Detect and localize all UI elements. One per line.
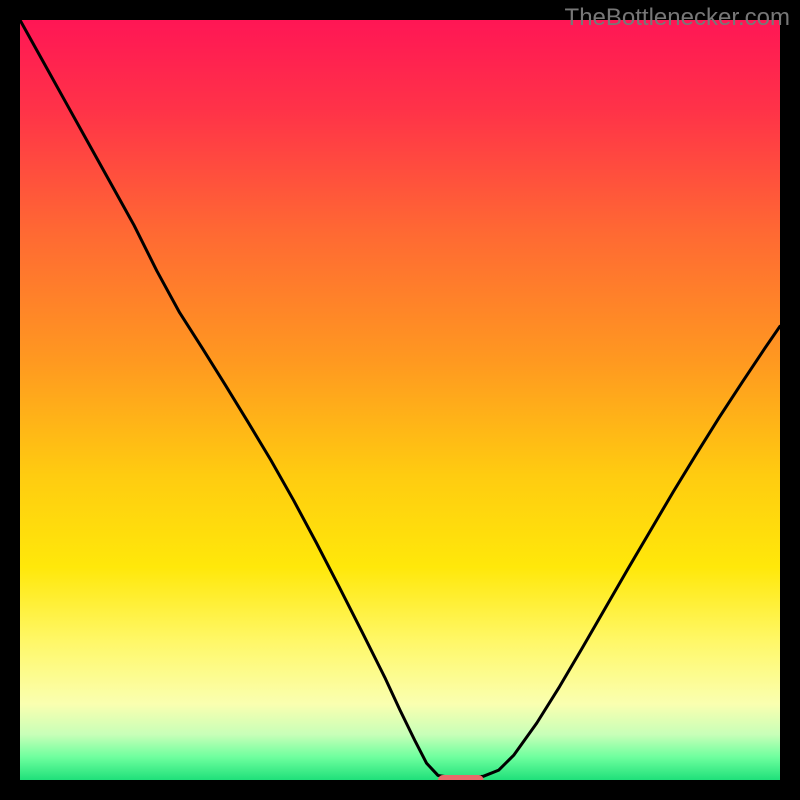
chart-plot-area bbox=[20, 20, 780, 780]
chart-frame: TheBottlenecker.com bbox=[0, 0, 800, 800]
optimal-range-marker bbox=[438, 775, 484, 780]
watermark-link[interactable]: TheBottlenecker.com bbox=[565, 4, 790, 32]
chart-svg bbox=[20, 20, 780, 780]
gradient-background bbox=[20, 20, 780, 780]
